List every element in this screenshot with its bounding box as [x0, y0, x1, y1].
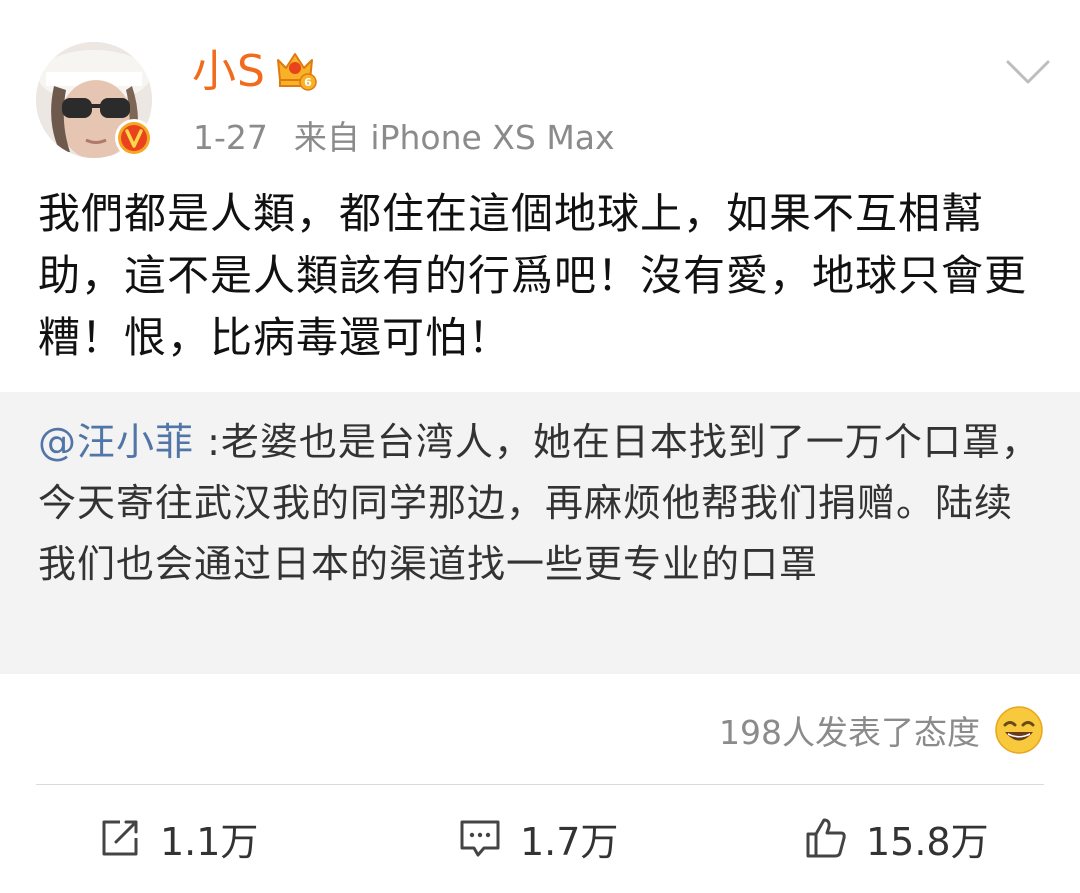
quoted-post-text: @汪小菲 :老婆也是台湾人，她在日本找到了一万个口罩，今天寄往武汉我的同学那边，… — [38, 412, 1042, 595]
avatar[interactable] — [36, 42, 153, 158]
post-source: 来自 iPhone XS Max — [293, 118, 615, 157]
chevron-down-icon[interactable] — [1006, 56, 1050, 88]
comment-icon — [460, 820, 500, 857]
username[interactable]: 小S — [192, 42, 266, 102]
mention-link[interactable]: @汪小菲 — [38, 420, 194, 464]
weibo-post-card: 小S 6 1-27 来自 iPhone XS Max 我們都是人類，都住在這個地球… — [0, 0, 1080, 893]
repost-count: 1.1万 — [160, 819, 259, 864]
repost-icon — [102, 820, 138, 856]
post-text: 我們都是人類，都住在這個地球上，如果不互相幫助，這不是人類該有的行爲吧！沒有愛，… — [38, 189, 1028, 362]
like-icon — [806, 818, 846, 858]
divider — [36, 784, 1044, 785]
post-date: 1-27 — [193, 118, 268, 157]
vip-crown-icon[interactable]: 6 — [272, 46, 318, 92]
repost-button[interactable]: 1.1万 — [98, 810, 258, 866]
like-count: 15.8万 — [866, 819, 989, 864]
like-button[interactable]: 15.8万 — [804, 810, 989, 866]
verified-badge-icon — [115, 119, 153, 157]
svg-text:6: 6 — [304, 76, 312, 89]
quoted-post[interactable]: @汪小菲 :老婆也是台湾人，她在日本找到了一万个口罩，今天寄往武汉我的同学那边，… — [0, 392, 1080, 674]
post-meta: 1-27 来自 iPhone XS Max — [193, 112, 615, 164]
comment-count: 1.7万 — [520, 819, 619, 864]
action-bar: 1.1万 1.7万 15.8万 — [0, 786, 1080, 893]
reactions-summary[interactable]: 198人发表了态度 — [719, 702, 1044, 758]
laughing-emoji-icon — [995, 706, 1043, 754]
reactions-count: 198人发表了态度 — [719, 713, 980, 752]
comment-button[interactable]: 1.7万 — [458, 810, 618, 866]
